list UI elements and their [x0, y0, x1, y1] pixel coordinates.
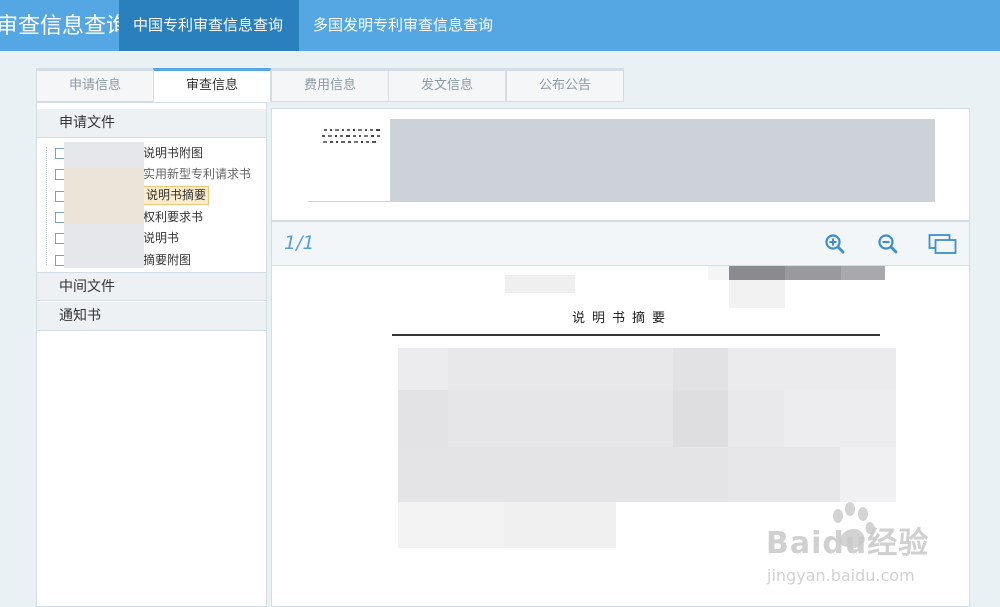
redacted-text: [322, 125, 386, 145]
redacted-block: [784, 390, 896, 447]
tree-item-label: 说明书摘要: [143, 186, 210, 205]
zoom-in-icon[interactable]: [824, 233, 848, 255]
tree-item-label: 权利要求书: [143, 210, 204, 224]
redacted-area: [64, 142, 144, 268]
fullscreen-icon[interactable]: [928, 233, 958, 255]
redacted-block: [840, 447, 896, 502]
redacted-block: [505, 275, 575, 293]
redacted-block: [785, 266, 841, 280]
redacted-block: [448, 390, 673, 447]
redacted-block: [504, 502, 616, 548]
nav-multi-country-patent-query[interactable]: 多国发明专利审查信息查询: [299, 0, 507, 51]
redacted-block: [448, 348, 673, 390]
divider: [308, 201, 390, 202]
tab-examination-info[interactable]: 审查信息: [153, 68, 271, 102]
tab-application-info[interactable]: 申请信息: [36, 68, 154, 102]
redacted-block: [728, 348, 896, 390]
site-title: 审查信息查询: [0, 14, 129, 39]
redacted-block: [398, 502, 504, 548]
tree-item-label: 说明书附图: [143, 146, 204, 160]
watermark-logo: Baidu经验: [766, 526, 930, 561]
section-intermediate-documents[interactable]: 中间文件: [37, 272, 266, 301]
tree-item-label: 说明书: [143, 231, 180, 245]
zoom-out-icon[interactable]: [877, 233, 901, 255]
title-underline: [392, 334, 880, 336]
redacted-block: [729, 266, 785, 280]
redacted-block: [398, 447, 728, 502]
redacted-block: [398, 348, 448, 390]
redacted-block: [728, 447, 840, 502]
document-title: 说明书摘要: [572, 311, 673, 326]
watermark-url: jingyan.baidu.com: [767, 566, 915, 585]
redacted-block: [673, 348, 728, 390]
nav-china-patent-query[interactable]: 中国专利审查信息查询: [119, 0, 299, 51]
redacted-block: [729, 280, 785, 308]
redacted-block: [708, 266, 729, 280]
tab-dispatch-info[interactable]: 发文信息: [388, 68, 506, 102]
tree-item-label: 实用新型专利请求书: [143, 167, 252, 181]
redacted-header-block: [390, 119, 935, 202]
redacted-noise-graphic: [322, 129, 380, 143]
tab-fee-info[interactable]: 费用信息: [271, 68, 389, 102]
tree-item-label: 摘要附图: [143, 253, 192, 267]
top-navigation-bar: 审查信息查询 中国专利审查信息查询 多国发明专利审查信息查询: [0, 0, 1000, 51]
page-indicator: 1/1: [284, 232, 315, 254]
redacted-block: [398, 390, 448, 447]
redacted-block: [673, 390, 728, 447]
tab-publication-announcement[interactable]: 公布公告: [506, 68, 624, 102]
redacted-block: [841, 266, 885, 280]
section-application-documents[interactable]: 申请文件: [37, 109, 266, 138]
document-header-panel: [271, 108, 970, 221]
section-notices[interactable]: 通知书: [37, 302, 266, 331]
viewer-toolbar: 1/1: [271, 221, 970, 266]
tree-connector-line: [46, 147, 47, 265]
redacted-block: [728, 390, 784, 447]
